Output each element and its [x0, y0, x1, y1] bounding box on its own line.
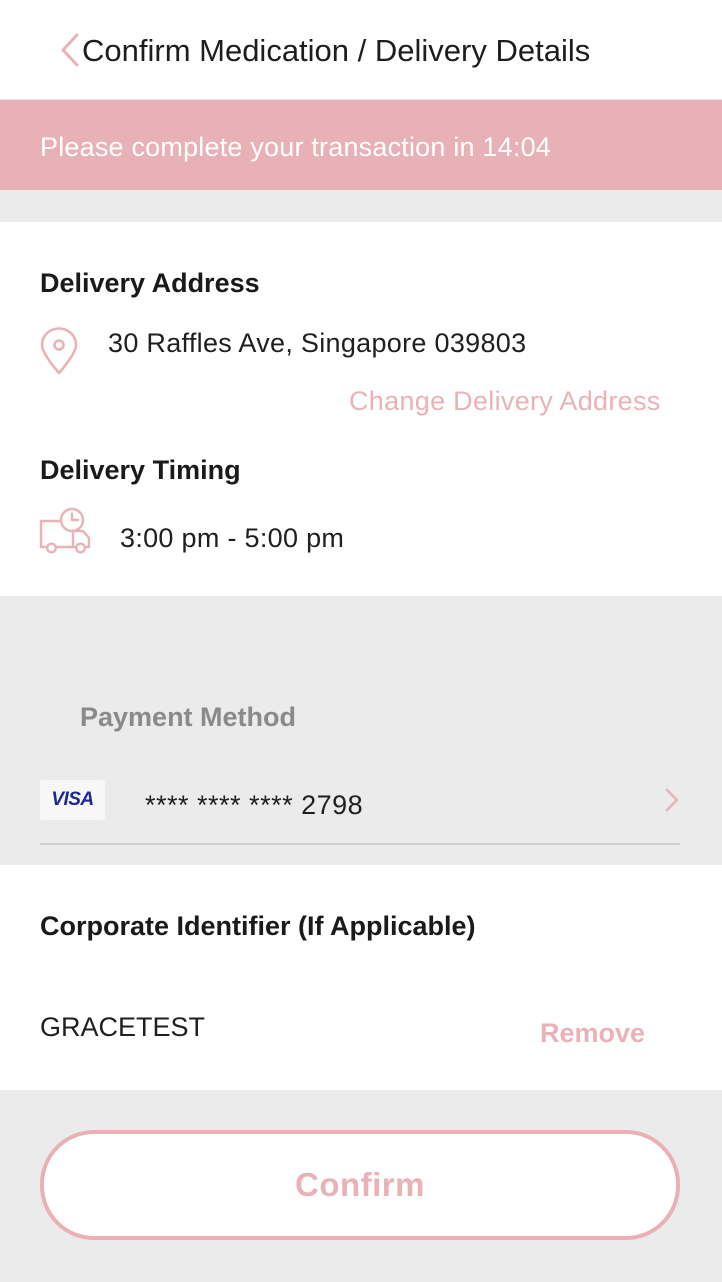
remove-button[interactable]: Remove [540, 1016, 645, 1050]
delivery-truck-clock-icon [39, 507, 91, 554]
chevron-right-icon[interactable] [662, 787, 682, 813]
timer-banner-text: Please complete your transaction in 14:0… [40, 132, 551, 162]
page-title: Confirm Medication / Delivery Details [82, 33, 591, 68]
location-pin-icon [40, 327, 78, 375]
delivery-timing-value: 3:00 pm - 5:00 pm [120, 523, 345, 553]
confirm-button[interactable]: Confirm [40, 1130, 680, 1240]
delivery-address-value: 30 Raffles Ave, Singapore 039803 [108, 328, 527, 358]
card-number[interactable]: **** **** **** 2798 [145, 787, 363, 823]
visa-brand-label: VISA [51, 789, 94, 810]
payment-method-title: Payment Method [80, 702, 297, 732]
change-delivery-address-link[interactable]: Change Delivery Address [349, 384, 661, 418]
corporate-identifier-value: GRACETEST [40, 1012, 206, 1042]
delivery-timing-title: Delivery Timing [40, 455, 241, 485]
visa-card-icon: VISA [40, 780, 105, 820]
corporate-identifier-card [0, 865, 722, 1090]
delivery-address-title: Delivery Address [40, 268, 260, 298]
corporate-identifier-title: Corporate Identifier (If Applicable) [40, 911, 476, 941]
payment-divider [40, 843, 680, 845]
chevron-left-icon[interactable] [58, 32, 82, 68]
confirm-button-label: Confirm [295, 1166, 425, 1203]
